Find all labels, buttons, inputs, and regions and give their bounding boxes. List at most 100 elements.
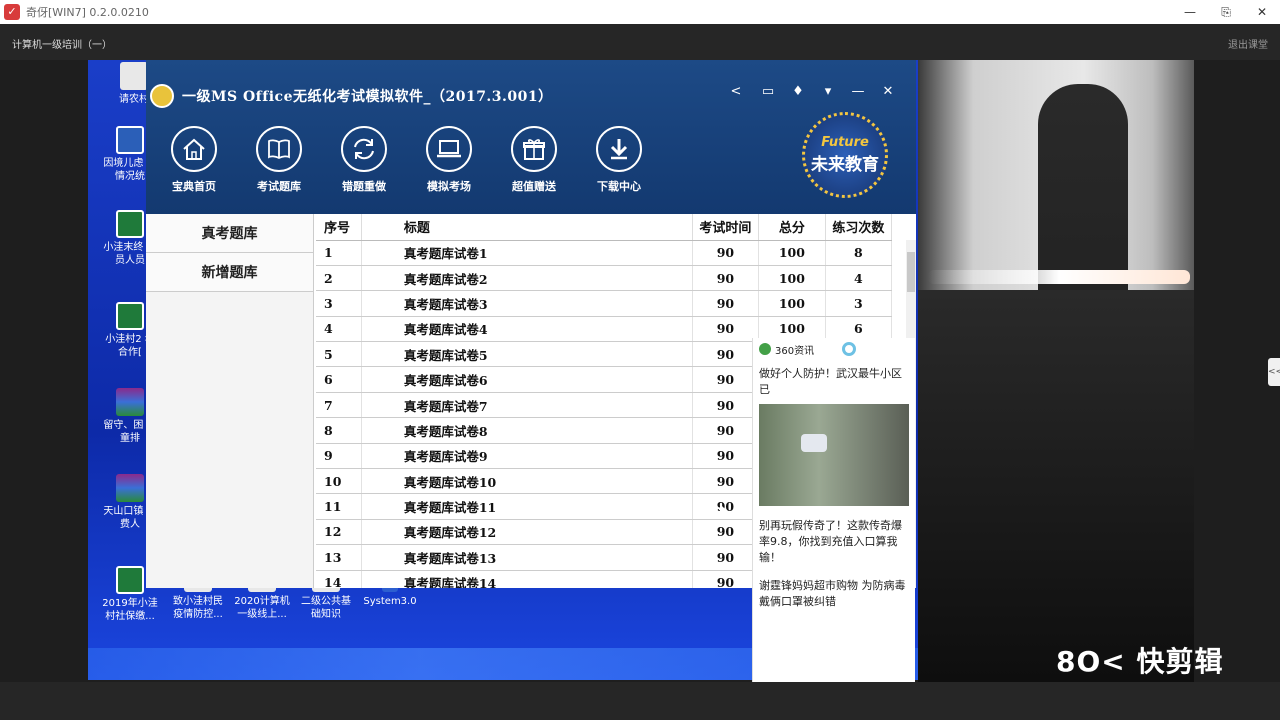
table-cell: 11 [316,493,362,520]
scrollbar-thumb[interactable] [907,252,915,292]
news-photo[interactable] [759,404,909,506]
doc-icon [120,62,148,90]
book-icon [256,126,302,172]
table-cell: 90 [692,570,760,588]
exit-class-button[interactable]: 退出课堂 [1228,36,1268,51]
table-cell: 真考题库试卷7 [361,392,693,419]
table-cell: 90 [692,468,760,495]
table-cell: 100 [758,265,826,292]
close-icon[interactable]: ✕ [880,84,896,100]
table-cell: 10 [316,468,362,495]
table-cell: 真考题库试卷10 [361,468,693,495]
gift-icon [511,126,557,172]
webcam-feed [918,60,1194,682]
close-button[interactable]: ✕ [1244,0,1280,24]
table-cell: 2 [316,265,362,292]
app-badge-icon [150,84,174,108]
table-cell: 真考题库试卷8 [361,417,693,444]
news-headline[interactable]: 做好个人防护！武汉最牛小区已 [753,360,915,404]
table-cell: 4 [316,316,362,343]
news-source: 360资讯 [775,345,815,357]
host-window-controls: — ⎘ ✕ [1172,0,1280,24]
sidebar-item-real-exam-bank[interactable]: 真考题库 [146,214,313,253]
nav-mock-exam[interactable]: 模拟考场 [419,126,479,194]
table-cell: 90 [692,417,760,444]
loading-icon [842,342,857,356]
excel-icon [116,566,144,594]
collapse-handle[interactable]: << [1268,358,1280,386]
watermark: 8O< 快剪辑 [1056,645,1224,678]
table-cell: 1 [316,240,362,266]
table-cell: 100 [758,290,826,317]
table-cell: 90 [692,392,760,419]
nav-redo-mistakes[interactable]: 错题重做 [334,126,394,194]
skin-icon[interactable]: ♦ [790,84,806,100]
column-header: 考试时间 [692,214,760,241]
app-header: 一级MS Office无纸化考试模拟软件_（2017.3.001） < ▭ ♦ … [146,60,916,214]
bottom-strip [0,682,1280,720]
table-cell: 3 [825,290,893,317]
table-cell: 90 [692,366,760,393]
table-cell: 真考题库试卷2 [361,265,693,292]
table-cell: 6 [316,366,362,393]
share-icon[interactable]: < [728,84,744,100]
table-cell: 3 [316,290,362,317]
refresh-icon [341,126,387,172]
course-bar: 计算机一级培训（一） 退出课堂 [0,24,1280,60]
table-header-row: 序号 标题 考试时间 总分 练习次数 [316,214,893,241]
table-cell: 真考题库试卷3 [361,290,693,317]
rar-icon [116,388,144,416]
table-row[interactable]: 3 真考题库试卷3 90 100 3 [316,290,893,317]
table-cell: 12 [316,519,362,546]
restore-button[interactable]: ⎘ [1208,0,1244,24]
table-cell: 90 [692,443,760,470]
table-cell: 14 [316,570,362,588]
home-icon [171,126,217,172]
nav-gifts[interactable]: 超值赠送 [504,126,564,194]
minimize-button[interactable]: — [1172,0,1208,24]
excel-icon [116,210,144,238]
table-cell: 9 [316,443,362,470]
table-row[interactable]: 1 真考题库试卷1 90 100 8 [316,240,893,266]
nav-download-center[interactable]: 下载中心 [589,126,649,194]
table-cell: 真考题库试卷11 [361,493,693,520]
table-cell: 100 [758,240,826,266]
excel-icon [116,302,144,330]
table-cell: 真考题库试卷6 [361,366,693,393]
table-cell: 90 [692,493,760,520]
column-header: 总分 [758,214,826,241]
nav-home[interactable]: 宝典首页 [164,126,224,194]
table-cell: 真考题库试卷9 [361,443,693,470]
column-header: 序号 [316,214,362,241]
nav-question-bank[interactable]: 考试题库 [249,126,309,194]
table-cell: 5 [316,341,362,368]
menu-icon[interactable]: ▾ [820,84,836,100]
table-cell: 13 [316,544,362,571]
news-headline[interactable]: 别再玩假传奇了！这款传奇爆率9.8，你找到充值入口算我输！ [753,512,915,572]
host-window-title: 奇伢[WIN7] 0.2.0.0210 [26,6,149,19]
news-header: 360资讯 [753,338,915,360]
column-header: 练习次数 [825,214,893,241]
column-header: 标题 [361,214,693,241]
news-headline[interactable]: 谢霆锋妈妈超市购物 为防病毒戴俩口罩被纠错 [753,572,915,616]
bank-sidebar: 真考题库 新增题库 [146,214,314,588]
table-cell: 真考题库试卷5 [361,341,693,368]
table-cell: 8 [825,240,893,266]
table-cell: 4 [825,265,893,292]
message-icon[interactable]: ▭ [760,84,776,100]
table-cell: 90 [692,544,760,571]
download-icon [596,126,642,172]
brand-logo: Future 未来教育 [802,112,888,198]
table-cell: 90 [692,519,760,546]
table-cell: 90 [692,265,760,292]
minimize-icon[interactable]: — [850,84,866,100]
table-row[interactable]: 2 真考题库试卷2 90 100 4 [316,265,893,292]
word-icon [116,126,144,154]
laptop-icon [426,126,472,172]
sidebar-item-new-bank[interactable]: 新增题库 [146,253,313,292]
news-source-icon [759,343,771,355]
mouse-cursor [720,504,725,518]
table-cell: 90 [692,341,760,368]
app-title: 一级MS Office无纸化考试模拟软件_（2017.3.001） [182,89,553,105]
table-cell: 真考题库试卷13 [361,544,693,571]
